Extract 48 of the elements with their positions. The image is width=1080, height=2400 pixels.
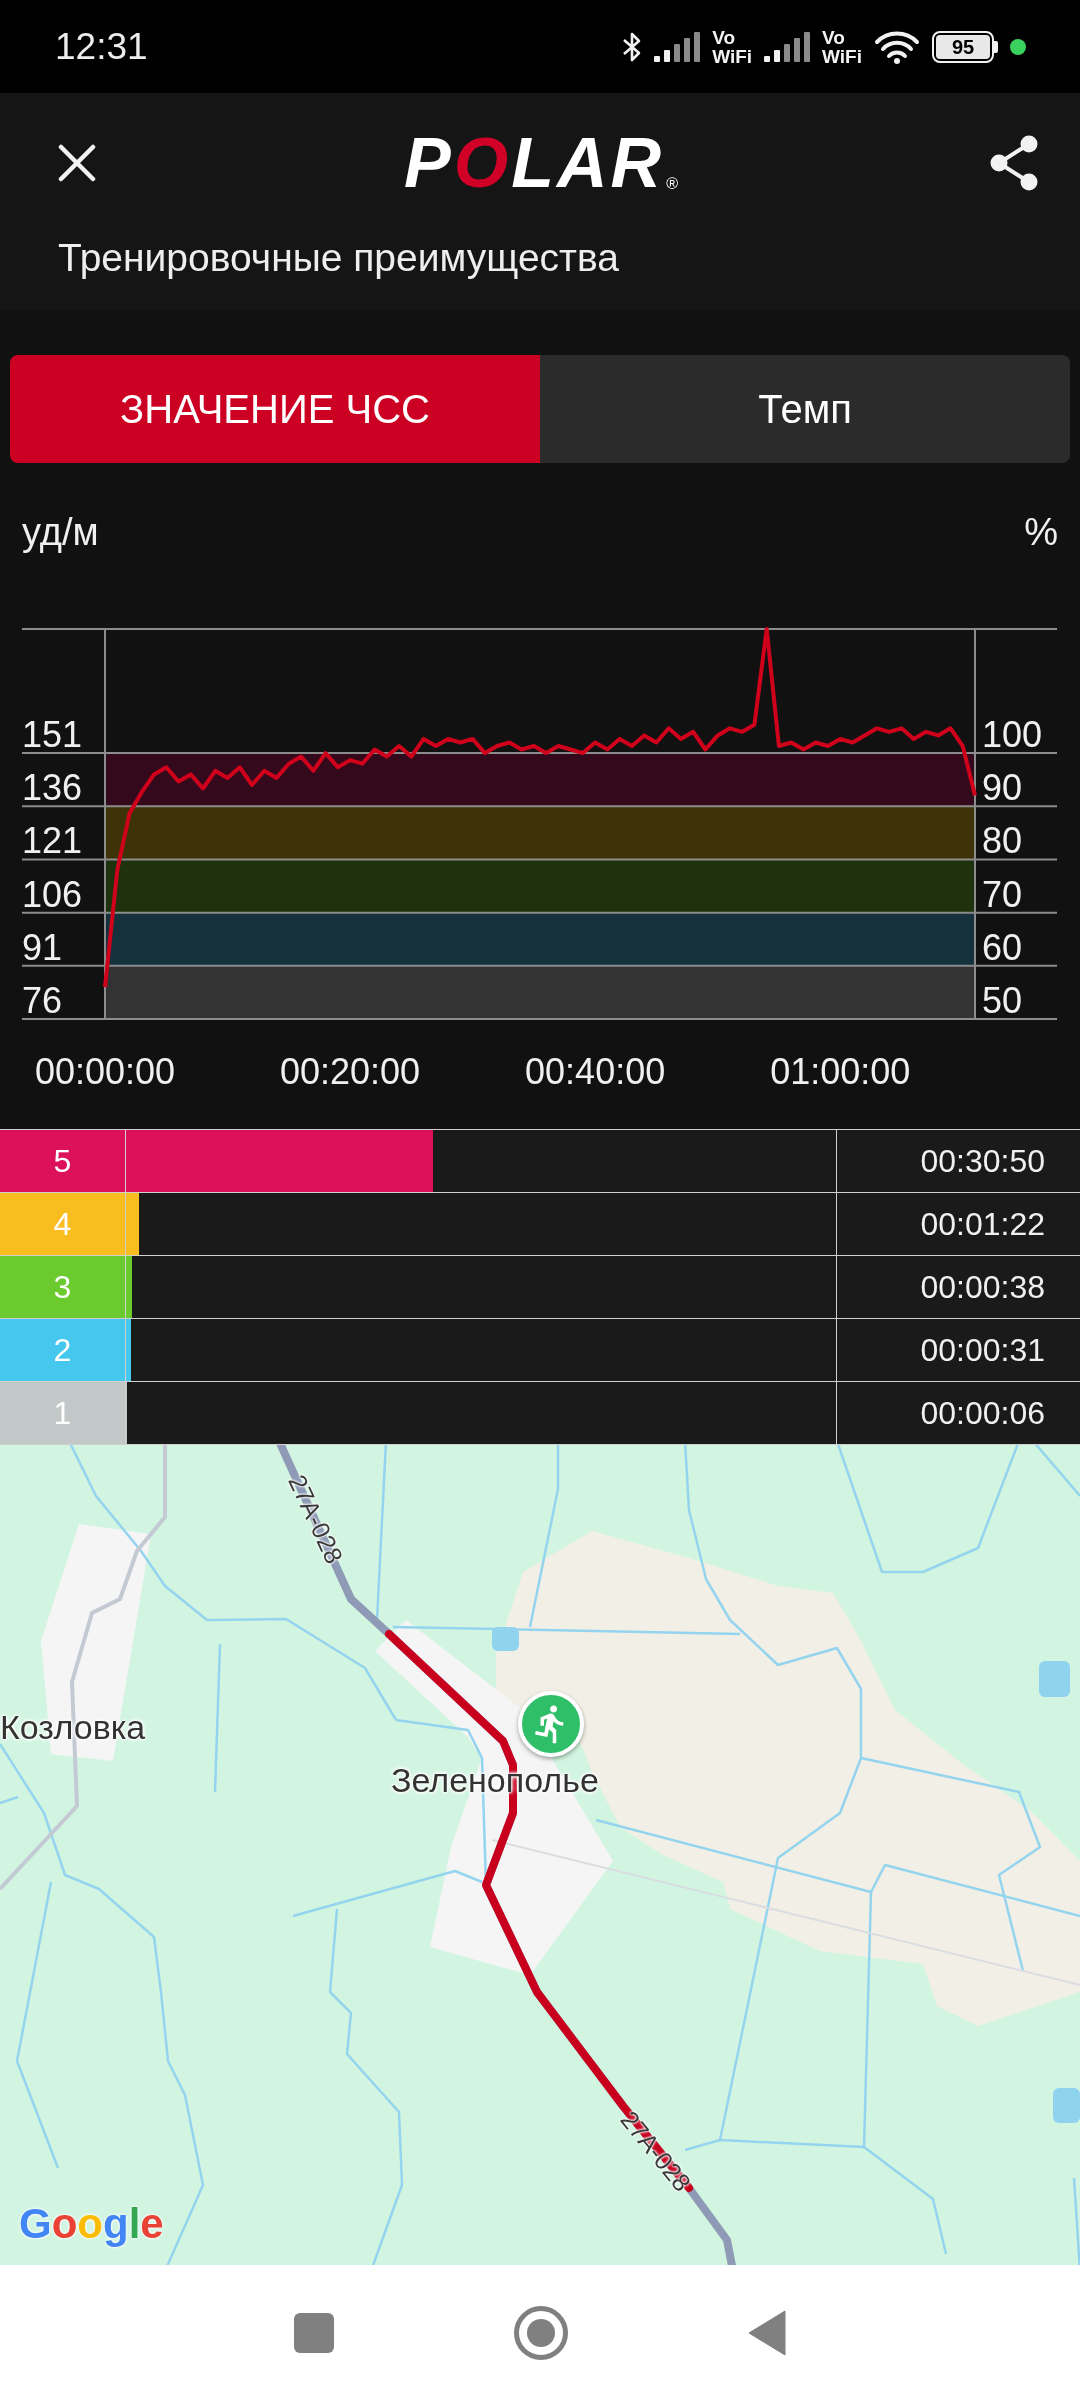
chart-tab[interactable]: Темп	[540, 355, 1070, 463]
zone-number: 4	[0, 1193, 125, 1255]
percent-tick-label: 60	[982, 926, 1023, 968]
section-title: Тренировочные преимущества	[58, 236, 619, 279]
battery-indicator: 95	[932, 30, 998, 63]
zone-time: 00:00:06	[919, 1394, 1046, 1433]
place-label: Козловка	[0, 1707, 146, 1747]
y-tick-label: 136	[22, 767, 83, 809]
percent-tick-label: 100	[982, 714, 1043, 756]
square-icon[interactable]	[294, 2312, 334, 2353]
percent-tick-label: 70	[982, 873, 1023, 915]
polar-logo: POLAR®	[404, 133, 681, 193]
status-dot-icon	[1010, 38, 1026, 55]
zone-time: 00:00:38	[919, 1268, 1046, 1307]
vowifi-label: Vo WiFi	[712, 27, 753, 66]
home-icon[interactable]	[514, 2305, 568, 2360]
zone-number: 2	[0, 1319, 125, 1381]
y-tick-label: 106	[22, 873, 83, 915]
x-tick-label: 00:20:00	[280, 1051, 421, 1092]
zone-number: 3	[0, 1256, 125, 1318]
x-tick-label: 01:00:00	[770, 1051, 911, 1092]
zone-number: 5	[0, 1130, 125, 1192]
percent-tick-label: 90	[982, 767, 1023, 809]
x-tick-label: 00:00:00	[34, 1051, 176, 1092]
zone-number: 1	[0, 1382, 125, 1444]
zone-time: 00:30:50	[919, 1142, 1046, 1181]
share-icon[interactable]	[989, 135, 1039, 191]
signal-icon	[654, 31, 701, 62]
y-tick-label: 91	[22, 926, 63, 968]
percent-tick-label: 80	[982, 820, 1023, 862]
google-logo: Google	[19, 2201, 164, 2247]
zone-time: 00:00:31	[919, 1331, 1046, 1370]
signal-icon	[764, 31, 811, 62]
status-time: 12:31	[55, 28, 148, 65]
zone-time: 00:01:22	[919, 1205, 1046, 1244]
y-tick-label: 151	[22, 714, 83, 756]
y-axis-unit: уд/м	[22, 510, 99, 554]
x-tick-label: 00:40:00	[525, 1051, 666, 1092]
percent-tick-label: 50	[982, 980, 1023, 1021]
percent-axis-unit: %	[1024, 510, 1058, 554]
y-tick-label: 76	[22, 980, 63, 1021]
chart-tab[interactable]: ЗНАЧЕНИЕ ЧСС	[10, 355, 540, 463]
close-icon[interactable]	[58, 144, 96, 182]
vowifi-label: Vo WiFi	[822, 27, 862, 66]
bluetooth-icon	[622, 30, 643, 63]
y-tick-label: 121	[22, 820, 83, 862]
wifi-icon	[874, 29, 920, 64]
back-icon[interactable]	[748, 2309, 786, 2356]
